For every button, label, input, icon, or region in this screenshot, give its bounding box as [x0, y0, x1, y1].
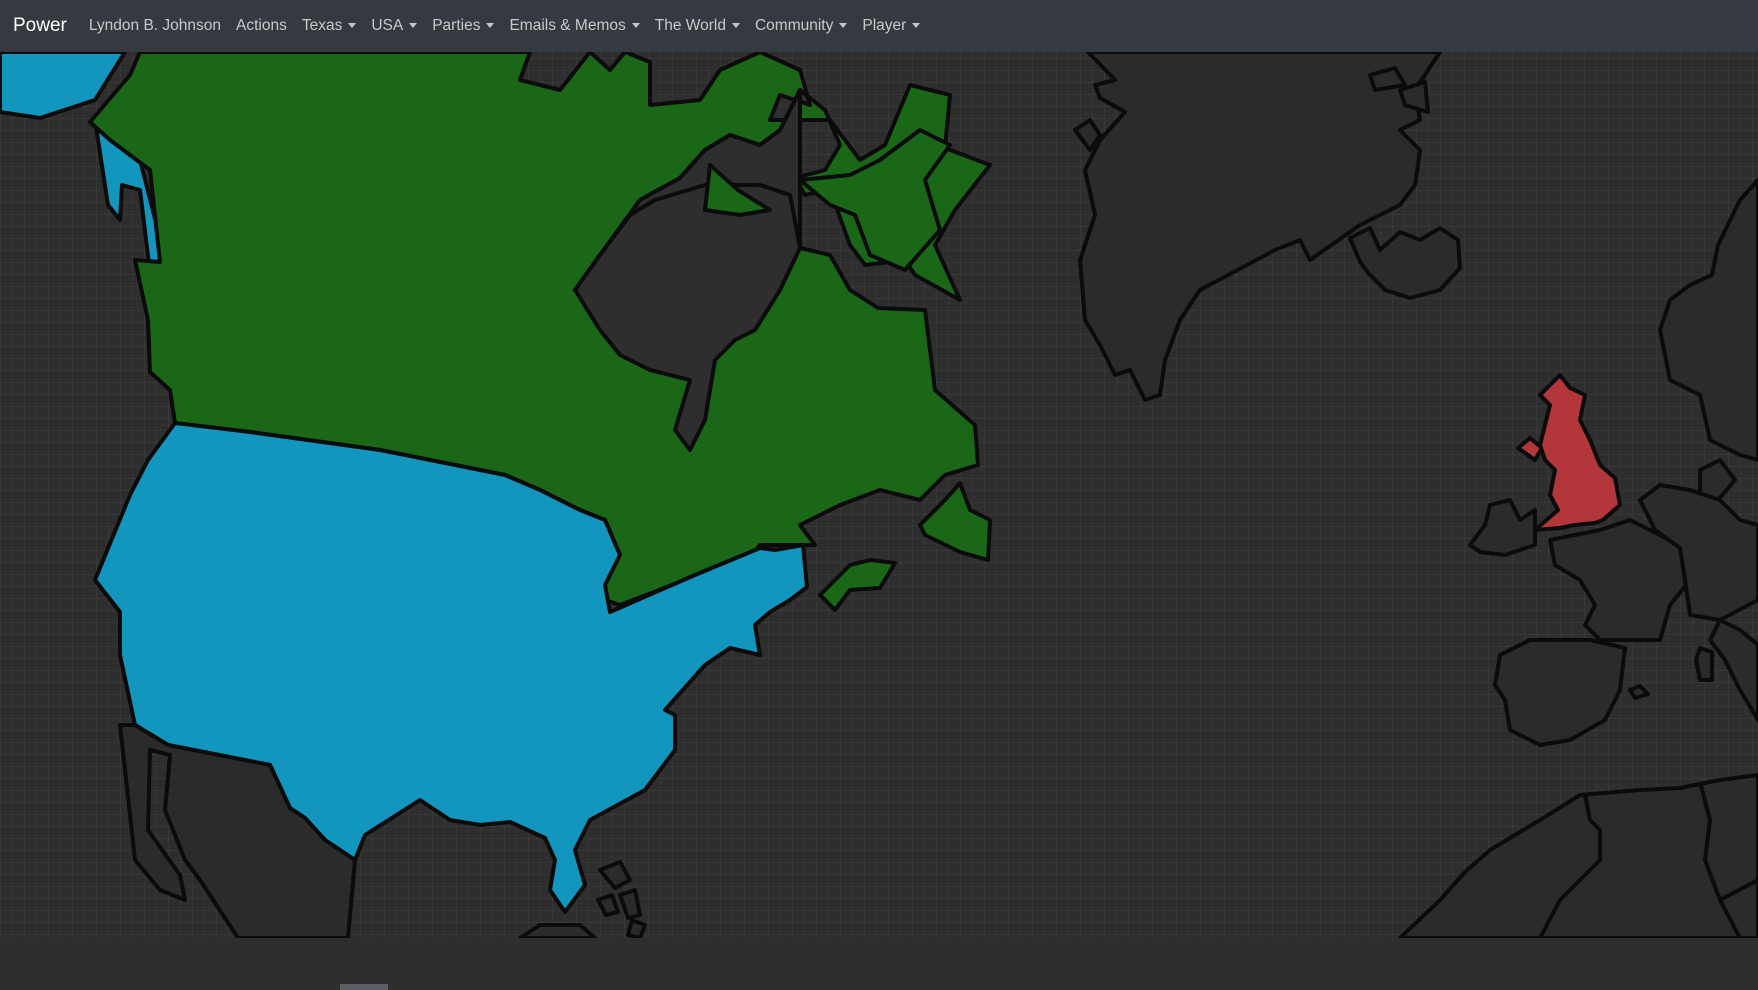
nav-player-dropdown[interactable]: Player [862, 17, 921, 35]
nav-the-world-dropdown[interactable]: The World [655, 17, 740, 35]
nav-lyndon-b-johnson[interactable]: Lyndon B. Johnson [89, 17, 221, 35]
nav-community-dropdown[interactable]: Community [754, 17, 848, 35]
world-map[interactable] [0, 52, 1758, 990]
caret-down-icon [348, 22, 357, 28]
nav-actions[interactable]: Actions [236, 17, 287, 35]
newfoundland[interactable] [918, 481, 992, 562]
island-corsica[interactable] [1694, 646, 1714, 682]
caribbean-island-5[interactable] [518, 923, 597, 938]
nav-texas-dropdown[interactable]: Texas [302, 17, 357, 35]
northern-ireland[interactable] [1516, 436, 1544, 462]
country-greenland[interactable] [1078, 52, 1442, 402]
nav-usa-dropdown[interactable]: USA [371, 17, 418, 35]
brand-link[interactable]: Power [13, 15, 67, 37]
horizontal-scrollbar-thumb[interactable] [340, 984, 388, 990]
nova-scotia[interactable] [818, 558, 897, 612]
caribbean-island-2[interactable] [596, 893, 620, 917]
nav-label: Player [862, 17, 907, 34]
caret-down-icon [631, 22, 640, 28]
nav-label: Parties [432, 17, 481, 34]
country-norway-sweden[interactable] [1658, 178, 1758, 462]
caret-down-icon [839, 22, 848, 28]
country-spain-portugal[interactable] [1493, 638, 1627, 747]
nav-emails-memos-dropdown[interactable]: Emails & Memos [509, 17, 640, 35]
nav-label: Community [754, 17, 834, 34]
nav-parties-dropdown[interactable]: Parties [432, 17, 495, 35]
island-balearic[interactable] [1628, 684, 1650, 700]
country-ireland[interactable] [1468, 498, 1537, 557]
caret-down-icon [731, 22, 740, 28]
caribbean-island-1[interactable] [598, 860, 632, 890]
country-iceland[interactable] [1348, 226, 1462, 300]
nav-label: Emails & Memos [509, 17, 626, 34]
caribbean-island-3[interactable] [618, 888, 642, 920]
caret-down-icon [409, 22, 418, 28]
country-italy[interactable] [1708, 618, 1758, 722]
nav-label: Actions [236, 17, 287, 34]
nav-label: Texas [301, 17, 343, 34]
caret-down-icon [912, 22, 921, 28]
caret-down-icon [486, 22, 495, 28]
nav-label: USA [371, 17, 404, 34]
country-united-kingdom[interactable] [1533, 373, 1622, 532]
caribbean-island-4[interactable] [626, 918, 647, 938]
nav-label: The World [654, 17, 726, 34]
top-navbar: Power Lyndon B. Johnson Actions Texas US… [0, 0, 1758, 52]
nav-label: Lyndon B. Johnson [88, 17, 221, 34]
world-map-svg [0, 52, 1758, 938]
